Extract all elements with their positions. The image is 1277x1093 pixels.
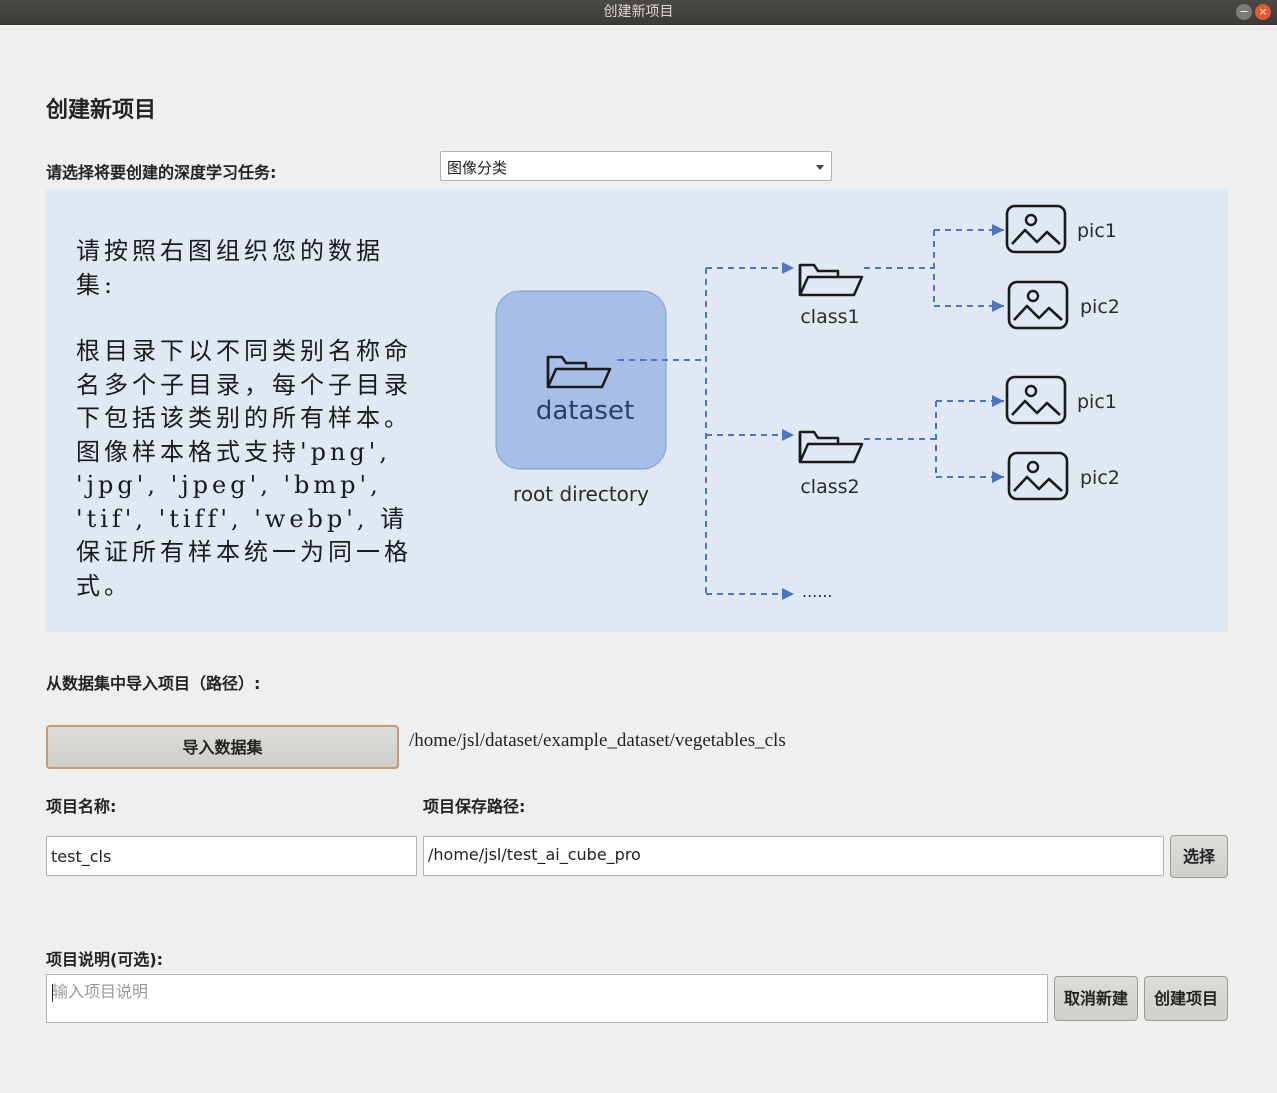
task-label: 请选择将要创建的深度学习任务: <box>46 163 277 182</box>
choose-path-button[interactable]: 选择 <box>1170 835 1228 878</box>
import-dataset-button[interactable]: 导入数据集 <box>46 725 399 769</box>
window-title: 创建新项目 <box>603 4 674 20</box>
text-caret <box>52 984 53 1002</box>
pic1-label: pic1 <box>1077 220 1117 242</box>
close-button[interactable]: × <box>1255 4 1271 20</box>
minimize-button[interactable]: − <box>1236 4 1252 20</box>
project-name-label: 项目名称: <box>46 797 117 816</box>
root-directory-caption: root directory <box>513 482 649 506</box>
project-name-input[interactable]: test_cls <box>46 836 417 876</box>
project-name-value: test_cls <box>51 847 112 866</box>
image-icon <box>1005 375 1067 425</box>
class2-label: class2 <box>800 476 859 498</box>
cancel-create-button[interactable]: 取消新建 <box>1054 976 1138 1021</box>
chevron-down-icon <box>816 165 824 170</box>
folder-icon <box>798 430 864 464</box>
class1-label: class1 <box>800 306 859 328</box>
save-path-label: 项目保存路径: <box>423 797 526 816</box>
more-label: ...... <box>802 582 833 601</box>
create-project-button[interactable]: 创建项目 <box>1144 976 1228 1021</box>
root-folder-label: dataset <box>536 396 634 426</box>
save-path-value: /home/jsl/test_ai_cube_pro <box>428 845 641 864</box>
window-titlebar: 创建新项目 − × <box>0 0 1277 25</box>
task-select[interactable]: 图像分类 <box>440 151 832 181</box>
image-icon <box>1007 280 1069 330</box>
save-path-input[interactable]: /home/jsl/test_ai_cube_pro <box>423 836 1164 876</box>
task-select-value: 图像分类 <box>447 159 508 177</box>
image-icon <box>1007 451 1069 501</box>
description-label: 项目说明(可选): <box>46 950 164 969</box>
folder-icon <box>798 263 864 297</box>
image-icon <box>1005 204 1067 254</box>
import-path-text: /home/jsl/dataset/example_dataset/vegeta… <box>409 730 786 751</box>
pic2-label: pic2 <box>1080 296 1120 318</box>
dataset-structure-diagram: dataset root directory class1 class2 pic… <box>495 204 1120 601</box>
import-label: 从数据集中导入项目（路径）: <box>46 674 261 693</box>
page-title: 创建新项目 <box>46 98 157 123</box>
pic2-label: pic2 <box>1080 467 1120 489</box>
description-placeholder: 输入项目说明 <box>52 982 149 1001</box>
dataset-guide-panel: 请按照右图组织您的数据集: 根目录下以不同类别名称命名多个子目录，每个子目录下包… <box>46 189 1228 632</box>
pic1-label: pic1 <box>1077 391 1117 413</box>
description-input[interactable]: 输入项目说明 <box>46 974 1048 1023</box>
